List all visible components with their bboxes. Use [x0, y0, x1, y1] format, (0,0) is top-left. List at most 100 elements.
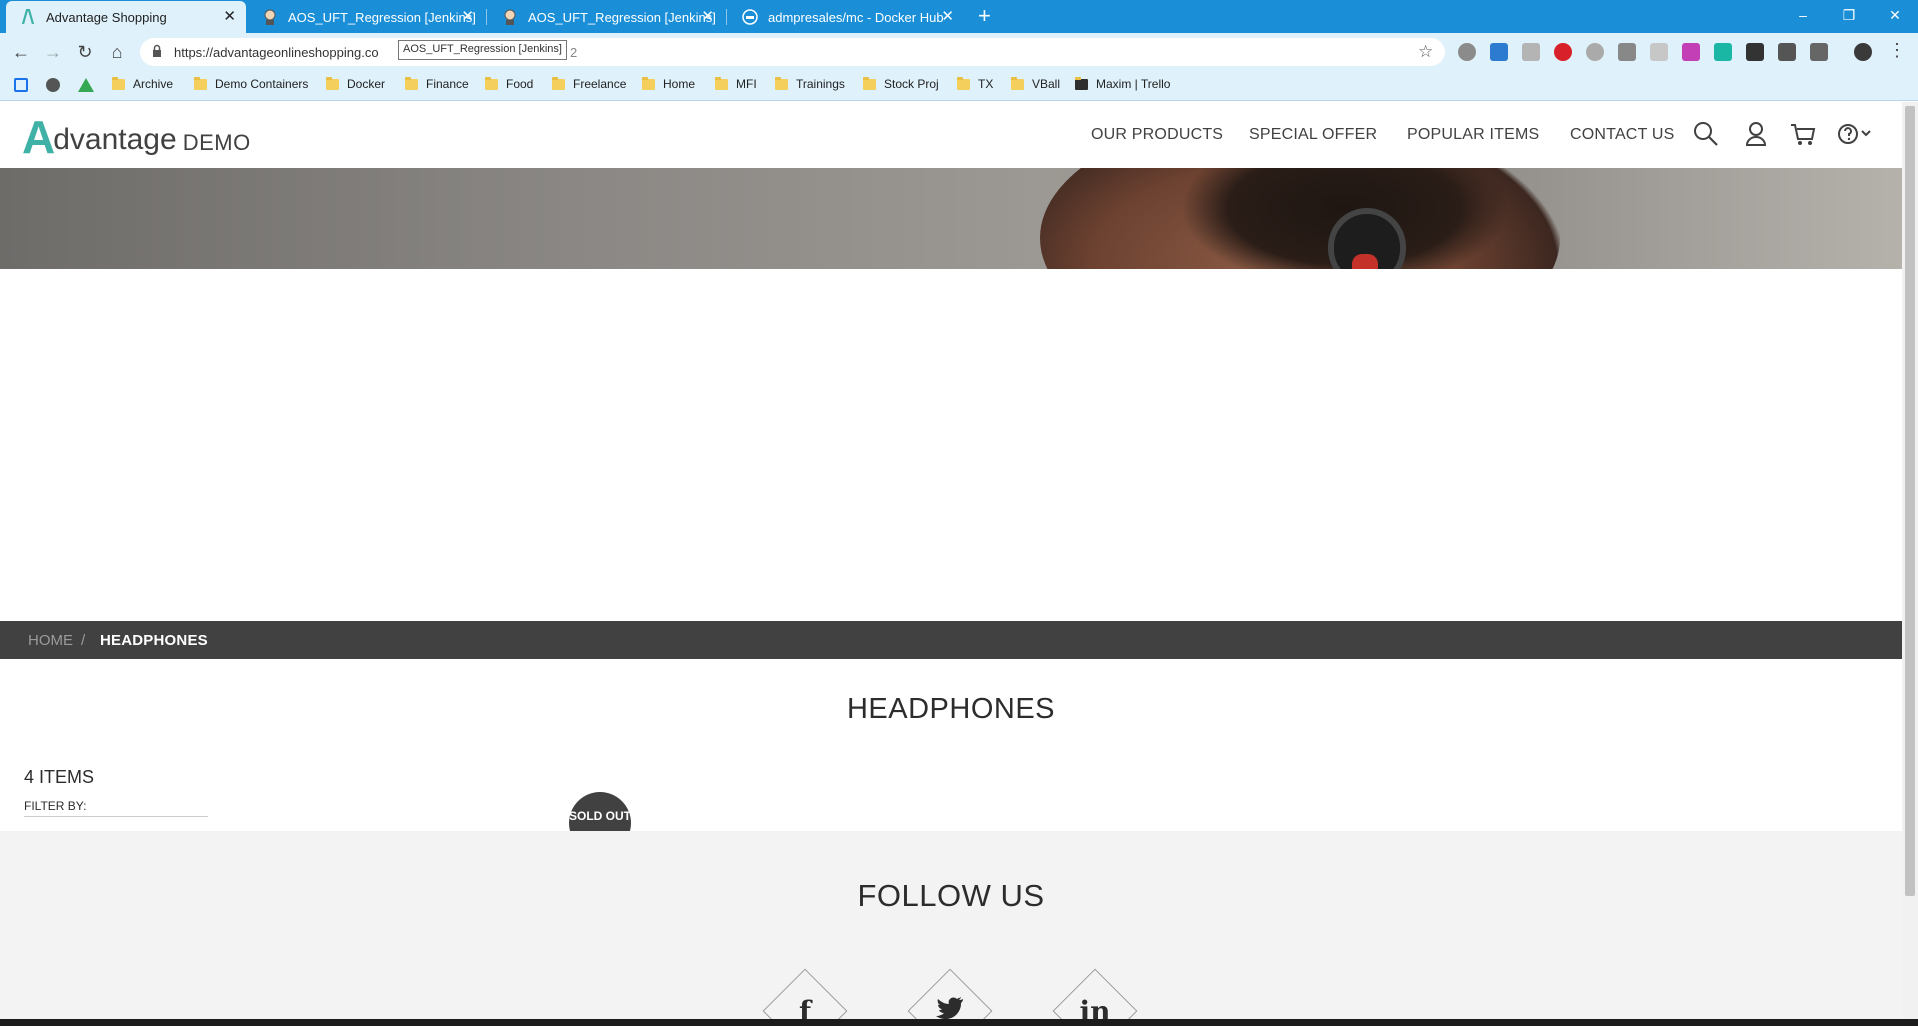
twitter-icon — [908, 995, 992, 1019]
extension-icon[interactable] — [1522, 43, 1540, 61]
bookmark-docker[interactable]: Docker — [326, 76, 386, 91]
docker-icon — [742, 9, 758, 25]
bookmark-archive[interactable]: Archive — [112, 76, 173, 91]
bookmark-label: Finance — [426, 77, 469, 91]
close-tab-icon[interactable]: ✕ — [223, 9, 236, 24]
bookmark-food[interactable]: Food — [485, 76, 534, 91]
close-window-button[interactable]: ✕ — [1872, 0, 1918, 30]
folder-icon — [112, 76, 125, 90]
folder-icon — [405, 76, 418, 90]
tab-jenkins-1[interactable]: AOS_UFT_Regression [Jenkins] ✕ — [248, 1, 484, 33]
advantage-logo-icon — [20, 9, 36, 25]
tab-docker-hub[interactable]: admpresales/mc - Docker Hub ✕ — [728, 1, 964, 33]
cart-icon[interactable] — [1789, 120, 1817, 148]
google-drive-icon[interactable] — [78, 78, 94, 92]
extension-icon[interactable] — [1458, 43, 1476, 61]
home-button[interactable]: ⌂ — [104, 39, 130, 65]
tab-jenkins-2[interactable]: AOS_UFT_Regression [Jenkins] ✕ — [488, 1, 724, 33]
address-bar[interactable]: https://advantageonlineshopping.co 2 — [140, 38, 1445, 66]
bookmark-label: Food — [506, 77, 534, 91]
bookmark-stock-proj[interactable]: Stock Proj — [863, 76, 939, 91]
bookmark-tx[interactable]: TX — [957, 76, 993, 91]
jenkins-icon — [502, 9, 518, 25]
twitter-link[interactable] — [907, 968, 993, 1019]
bookmark-label: Docker — [347, 77, 386, 91]
bookmark-demo-containers[interactable]: Demo Containers — [194, 76, 309, 91]
breadcrumb-separator: / — [81, 632, 86, 649]
os-taskbar — [0, 1019, 1918, 1026]
browser-tab-strip: Advantage Shopping ✕ AOS_UFT_Regression … — [0, 0, 1918, 33]
menu-popular-items[interactable]: POPULAR ITEMS — [1407, 126, 1539, 144]
menu-our-products[interactable]: OUR PRODUCTS — [1091, 126, 1223, 144]
logo-letter: A — [22, 111, 55, 163]
bookmark-trello[interactable]: Maxim | Trello — [1075, 76, 1171, 91]
back-button[interactable]: ← — [8, 39, 34, 65]
bookmark-trainings[interactable]: Trainings — [775, 76, 845, 91]
bookmark-home[interactable]: Home — [642, 76, 696, 91]
folder-icon — [326, 76, 339, 90]
tab-tooltip: AOS_UFT_Regression [Jenkins] — [398, 40, 567, 60]
extension-stop-icon[interactable] — [1554, 43, 1572, 61]
extension-drive-icon[interactable] — [1746, 43, 1764, 61]
close-tab-icon[interactable]: ✕ — [941, 9, 954, 24]
bookmark-label: Stock Proj — [884, 77, 939, 91]
extension-pocket-icon[interactable] — [1618, 43, 1636, 61]
breadcrumb-home-link[interactable]: HOME — [28, 632, 73, 649]
minimize-button[interactable]: – — [1780, 0, 1826, 30]
filter-divider — [24, 816, 208, 817]
tab-title: admpresales/mc - Docker Hub — [768, 9, 944, 25]
folder-icon — [775, 76, 788, 90]
bookmark-mfi[interactable]: MFI — [715, 76, 757, 91]
tab-advantage-shopping[interactable]: Advantage Shopping ✕ — [6, 1, 246, 33]
trello-icon — [1075, 76, 1088, 90]
facebook-icon: f — [798, 995, 812, 1019]
bookmark-freelance[interactable]: Freelance — [552, 76, 626, 91]
logo-brand: dvantage — [53, 123, 177, 156]
bookmark-label: Home — [663, 77, 696, 91]
new-tab-button[interactable]: + — [978, 4, 991, 28]
profile-avatar[interactable] — [1854, 43, 1872, 61]
bookmark-vball[interactable]: VBall — [1011, 76, 1060, 91]
folder-icon — [642, 76, 655, 90]
linkedin-link[interactable]: in — [1052, 968, 1138, 1019]
tab-separator — [486, 9, 487, 25]
globe-icon[interactable] — [46, 78, 60, 92]
facebook-link[interactable]: f — [762, 968, 848, 1019]
extension-icon[interactable] — [1714, 43, 1732, 61]
page-scrollbar[interactable] — [1902, 102, 1918, 1019]
tab-separator — [726, 9, 727, 25]
extension-pen-icon[interactable] — [1490, 43, 1508, 61]
bookmark-star-icon[interactable]: ☆ — [1418, 42, 1433, 62]
extension-icon[interactable] — [1586, 43, 1604, 61]
tab-title: AOS_UFT_Regression [Jenkins] — [528, 9, 716, 25]
menu-contact-us[interactable]: CONTACT US — [1570, 126, 1675, 144]
extension-icon[interactable] — [1810, 43, 1828, 61]
tab-title: Advantage Shopping — [46, 9, 167, 25]
folder-icon — [552, 76, 565, 90]
user-icon[interactable] — [1742, 120, 1770, 148]
bookmark-label: MFI — [736, 77, 757, 91]
close-tab-icon[interactable]: ✕ — [461, 9, 474, 24]
breadcrumb: HOME / HEADPHONES — [0, 621, 1902, 659]
extension-icon[interactable] — [1650, 43, 1668, 61]
bookmark-label: Demo Containers — [215, 77, 309, 91]
help-icon[interactable] — [1836, 120, 1876, 148]
apps-icon[interactable] — [14, 78, 28, 92]
search-icon[interactable] — [1692, 120, 1720, 148]
bookmarks-bar: Archive Demo Containers Docker Finance F… — [0, 70, 1918, 101]
extension-icon[interactable] — [1682, 43, 1700, 61]
reload-button[interactable]: ↻ — [72, 39, 98, 65]
site-logo[interactable]: A dvantage DEMO — [22, 114, 251, 160]
restore-button[interactable]: ❐ — [1826, 0, 1872, 30]
category-title: HEADPHONES — [846, 693, 1056, 725]
scrollbar-thumb[interactable] — [1905, 106, 1915, 896]
bookmark-label: Trainings — [796, 77, 845, 91]
close-tab-icon[interactable]: ✕ — [701, 9, 714, 24]
menu-special-offer[interactable]: SPECIAL OFFER — [1249, 126, 1377, 144]
forward-button[interactable]: → — [40, 39, 66, 65]
extension-selenium-icon[interactable] — [1778, 43, 1796, 61]
bookmark-finance[interactable]: Finance — [405, 76, 469, 91]
site-header: A dvantage DEMO OUR PRODUCTS SPECIAL OFF… — [0, 102, 1902, 168]
bookmark-label: Maxim | Trello — [1096, 77, 1171, 91]
browser-menu-icon[interactable]: ⋮ — [1888, 40, 1906, 61]
